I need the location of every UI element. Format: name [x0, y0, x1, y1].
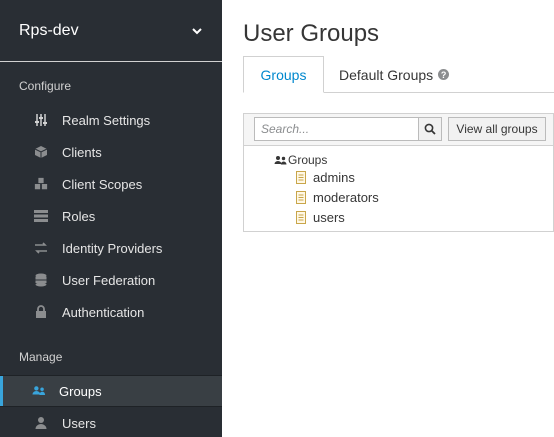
sidebar-item-roles[interactable]: Roles [0, 200, 222, 232]
exchange-icon [34, 241, 48, 255]
sidebar-item-client-scopes[interactable]: Client Scopes [0, 168, 222, 200]
file-text-icon [296, 191, 306, 204]
tree-item-moderators[interactable]: moderators [296, 190, 379, 205]
tree-item-users[interactable]: users [296, 210, 345, 225]
tree-item-label: admins [313, 170, 355, 185]
list-icon [34, 209, 48, 223]
sidebar-item-identity-providers[interactable]: Identity Providers [0, 232, 222, 264]
section-configure: Configure [19, 79, 72, 93]
search-input[interactable] [254, 117, 419, 141]
sidebar-item-label: Clients [62, 144, 102, 160]
file-text-icon [296, 211, 306, 224]
realm-name: Rps-dev [19, 21, 79, 39]
sidebar-item-label: Identity Providers [62, 240, 163, 256]
sidebar-item-users[interactable]: Users [0, 407, 222, 437]
cubes-icon [34, 177, 48, 191]
sidebar-item-label: Authentication [62, 304, 145, 320]
tree-root-label: Groups [288, 153, 328, 167]
tree-item-label: users [313, 210, 345, 225]
chevron-down-icon [192, 27, 202, 34]
tab-bar: Groups Default Groups ? [243, 56, 554, 93]
lock-icon [34, 305, 48, 319]
groups-panel: View all groups Groups admins moderators… [243, 113, 554, 232]
file-text-icon [296, 171, 306, 184]
tab-default-groups[interactable]: Default Groups ? [339, 56, 450, 93]
sidebar-item-clients[interactable]: Clients [0, 136, 222, 168]
sidebar-item-authentication[interactable]: Authentication [0, 296, 222, 328]
sidebar-item-label: Roles [62, 208, 96, 224]
groups-toolbar: View all groups [244, 114, 553, 146]
tree-item-label: moderators [313, 190, 379, 205]
sidebar: Rps-dev Configure Realm Settings Clients… [0, 0, 222, 437]
sidebar-item-user-federation[interactable]: User Federation [0, 264, 222, 296]
search-icon [424, 123, 436, 135]
sidebar-item-label: Client Scopes [62, 176, 143, 192]
sidebar-item-label: User Federation [62, 272, 156, 288]
cube-icon [34, 145, 48, 159]
question-circle-icon[interactable]: ? [438, 69, 450, 80]
sliders-icon [34, 113, 48, 127]
sidebar-item-label: Groups [59, 383, 102, 399]
user-icon [34, 416, 48, 430]
sidebar-item-label: Realm Settings [62, 112, 151, 128]
page-title: User Groups [243, 20, 380, 47]
sidebar-item-realm-settings[interactable]: Realm Settings [0, 104, 222, 136]
search-button[interactable] [418, 117, 442, 141]
tab-groups[interactable]: Groups [243, 56, 324, 93]
users-icon [274, 156, 287, 165]
sidebar-item-groups[interactable]: Groups [0, 375, 222, 407]
section-manage: Manage [19, 350, 63, 364]
users-icon [32, 384, 46, 398]
tree-item-admins[interactable]: admins [296, 170, 355, 185]
tab-label: Default Groups [339, 66, 434, 83]
tree-root[interactable]: Groups [274, 153, 327, 167]
database-icon [34, 273, 48, 287]
view-all-groups-button[interactable]: View all groups [448, 117, 546, 141]
realm-selector[interactable]: Rps-dev [0, 0, 222, 62]
main-content: User Groups Groups Default Groups ? View… [222, 0, 554, 437]
sidebar-item-label: Users [62, 415, 96, 431]
